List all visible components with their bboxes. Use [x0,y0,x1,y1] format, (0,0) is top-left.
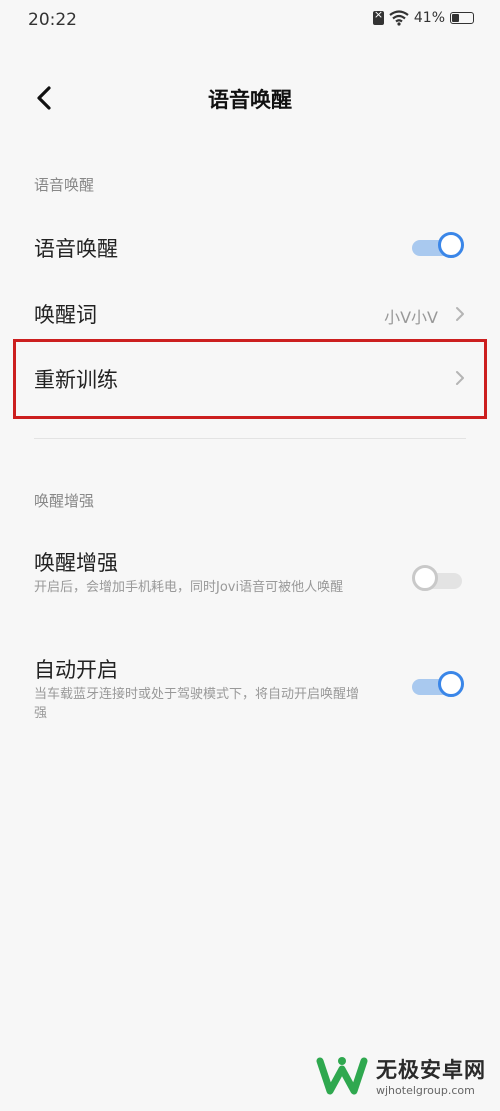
no-sim-icon [372,8,384,25]
voice-wake-row[interactable]: 语音唤醒 [0,220,500,276]
toggle-knob [412,565,438,591]
battery-icon [450,12,474,24]
watermark-url: wjhotelgroup.com [376,1083,475,1097]
status-bar: 20:22 41% [0,0,500,40]
battery-fill [452,14,460,22]
chevron-right-icon [456,307,464,321]
status-icons: 41% [372,8,474,26]
section-title-wake-enhance: 唤醒增强 [34,492,95,510]
watermark: 无极安卓网 wjhotelgroup.com [316,1053,486,1097]
wake-word-value: 小V小V [384,308,438,327]
page-title: 语音唤醒 [208,88,292,112]
toggle-knob [438,671,464,697]
site-logo-icon [316,1057,368,1095]
wake-enhance-toggle[interactable] [412,565,466,595]
section-divider [34,438,466,439]
wake-enhance-label: 唤醒增强 [34,551,118,575]
status-time: 20:22 [28,10,77,30]
wake-word-label: 唤醒词 [34,303,97,327]
wake-word-row[interactable]: 唤醒词 小V小V [0,286,500,342]
voice-wake-label: 语音唤醒 [34,237,118,261]
battery-percent: 41% [413,10,445,26]
wake-enhance-row[interactable]: 唤醒增强 开启后，会增加手机耗电，同时Jovi语音可被他人唤醒 [0,540,500,620]
toggle-knob [438,232,464,258]
highlight-box [13,339,487,419]
watermark-text: 无极安卓网 wjhotelgroup.com [376,1054,486,1097]
wifi-icon [389,10,409,26]
auto-start-label: 自动开启 [34,658,118,682]
auto-start-toggle[interactable] [412,671,466,701]
wake-enhance-description: 开启后，会增加手机耗电，同时Jovi语音可被他人唤醒 [34,580,344,595]
header: 语音唤醒 [0,70,500,126]
voice-wake-toggle[interactable] [412,232,466,262]
auto-start-row[interactable]: 自动开启 当车载蓝牙连接时或处于驾驶模式下，将自动开启唤醒增强 [0,648,500,728]
auto-start-description: 当车载蓝牙连接时或处于驾驶模式下，将自动开启唤醒增强 [34,687,360,721]
section-title-voice-wake: 语音唤醒 [34,176,95,194]
watermark-name: 无极安卓网 [376,1057,486,1082]
